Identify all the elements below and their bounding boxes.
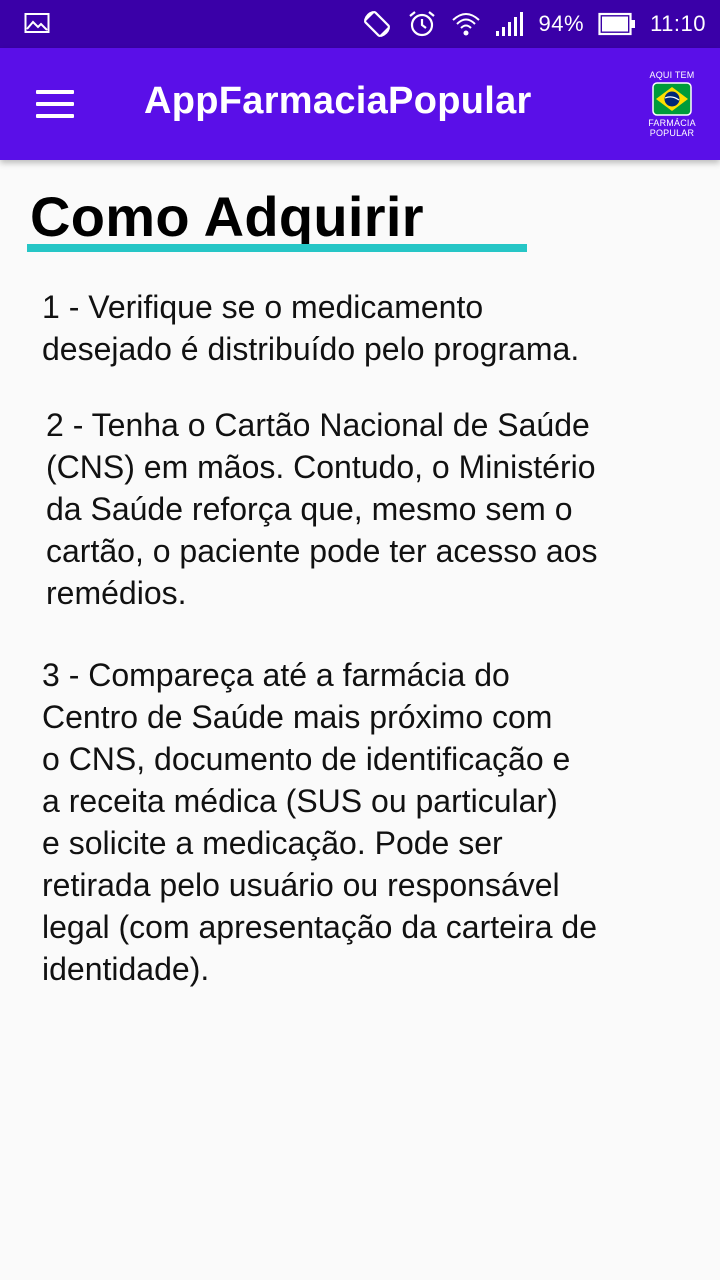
brazil-flag-icon (652, 82, 692, 116)
step-2-line: cartão, o paciente pode ter acesso aos (46, 533, 598, 569)
auto-rotate-icon (361, 8, 393, 40)
step-3-line: a receita médica (SUS ou particular) (42, 783, 558, 819)
signal-icon (495, 11, 525, 37)
clock: 11:10 (650, 11, 706, 36)
wifi-icon (451, 10, 481, 38)
status-bar: 94% 11:10 (0, 0, 720, 48)
step-3-line: retirada pelo usuário ou responsável (42, 867, 560, 903)
step-3-line: legal (com apresentação da carteira de (42, 909, 597, 945)
app-bar: AppFarmaciaPopular AQUI TEM FARMÁCIA POP… (0, 48, 720, 160)
app-title: AppFarmaciaPopular (144, 80, 532, 122)
step-1: 1 - Verifique se o medicamento desejado … (42, 286, 682, 370)
battery-percent: 94% (538, 11, 585, 36)
alarm-icon (407, 9, 437, 39)
page-title: Como Adquirir (30, 185, 424, 248)
step-2-line: (CNS) em mãos. Contudo, o Ministério (46, 449, 596, 485)
logo-bottom-text-1: FARMÁCIA (648, 118, 696, 128)
step-3-line: Centro de Saúde mais próximo com (42, 699, 553, 735)
step-2-line: 2 - Tenha o Cartão Nacional de Saúde (46, 407, 590, 443)
battery-icon (598, 12, 636, 36)
step-2-line: remédios. (46, 575, 187, 611)
step-3: 3 - Compareça até a farmácia do Centro d… (42, 654, 682, 990)
step-3-line: 3 - Compareça até a farmácia do (42, 657, 510, 693)
picture-icon (24, 12, 50, 39)
step-3-line: e solicite a medicação. Pode ser (42, 825, 503, 861)
step-2-line: da Saúde reforça que, mesmo sem o (46, 491, 573, 527)
step-3-line: identidade). (42, 951, 210, 987)
farmacia-popular-logo: AQUI TEM FARMÁCIA POPULAR (646, 70, 698, 140)
step-1-line: 1 - Verifique se o medicamento (42, 289, 484, 325)
logo-bottom-text-2: POPULAR (649, 128, 695, 138)
step-1-line: desejado é distribuído pelo programa. (42, 331, 580, 367)
menu-button[interactable] (26, 84, 86, 124)
step-3-line: o CNS, documento de identificação e (42, 741, 571, 777)
logo-top-text: AQUI TEM (649, 70, 695, 80)
step-2: 2 - Tenha o Cartão Nacional de Saúde (CN… (46, 404, 686, 614)
title-underline (27, 244, 527, 252)
